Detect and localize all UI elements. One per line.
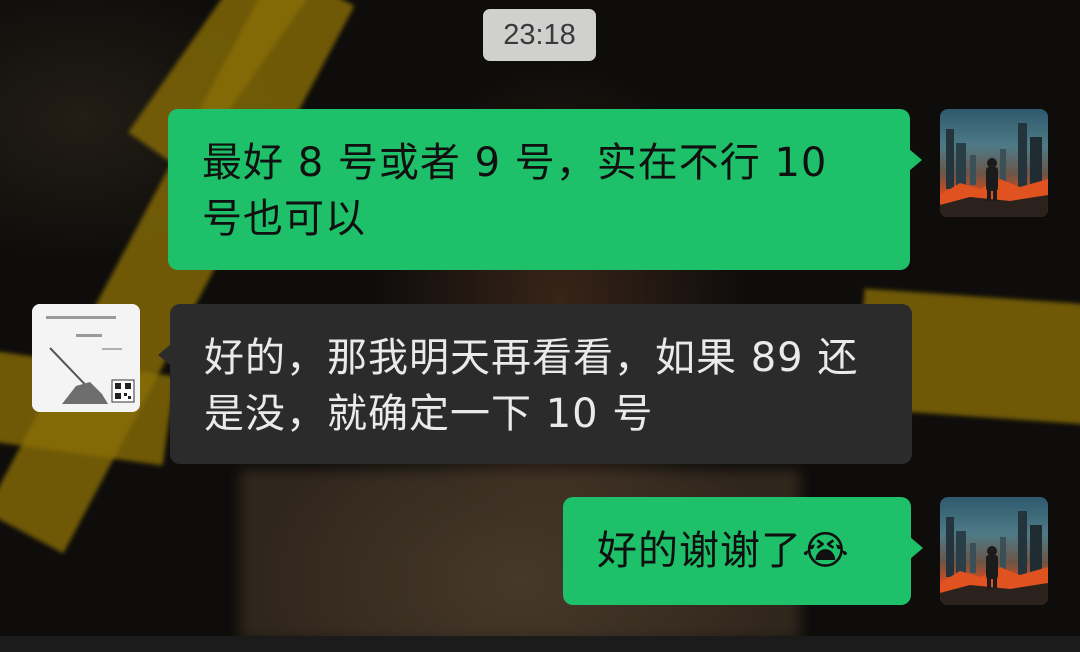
bubble-tail	[910, 537, 923, 559]
my-message-bubble[interactable]: 最好 8 号或者 9 号，实在不行 10 号也可以	[168, 109, 922, 270]
crying-face-emoji-icon: 😭	[802, 528, 850, 574]
their-message-bubble[interactable]: 好的，那我明天再看看，如果 89 还是没，就确定一下 10 号	[158, 304, 912, 464]
chat-screen: 23:18 最好 8 号或者 9 号，实在不行 10 号也可以 好的，那我明天再…	[0, 0, 1080, 652]
bubble-tail	[158, 344, 171, 366]
cityscape-person-avatar-icon[interactable]	[940, 497, 1048, 605]
my-message-bubble[interactable]: 好的谢谢了😭	[563, 497, 923, 605]
message-text: 最好 8 号或者 9 号，实在不行 10 号也可以	[202, 140, 828, 242]
message-text: 好的，那我明天再看看，如果 89 还是没，就确定一下 10 号	[204, 335, 859, 437]
message-text: 好的谢谢了	[597, 528, 802, 574]
avatar-image	[32, 304, 140, 412]
timestamp: 23:18	[483, 9, 596, 61]
cityscape-person-avatar-icon[interactable]	[940, 109, 1048, 217]
avatar-image	[940, 123, 1048, 217]
avatar-image	[940, 511, 1048, 605]
bubble-tail	[909, 149, 922, 171]
book-cover-avatar-icon[interactable]	[32, 304, 140, 412]
input-bar-edge	[0, 636, 1080, 652]
